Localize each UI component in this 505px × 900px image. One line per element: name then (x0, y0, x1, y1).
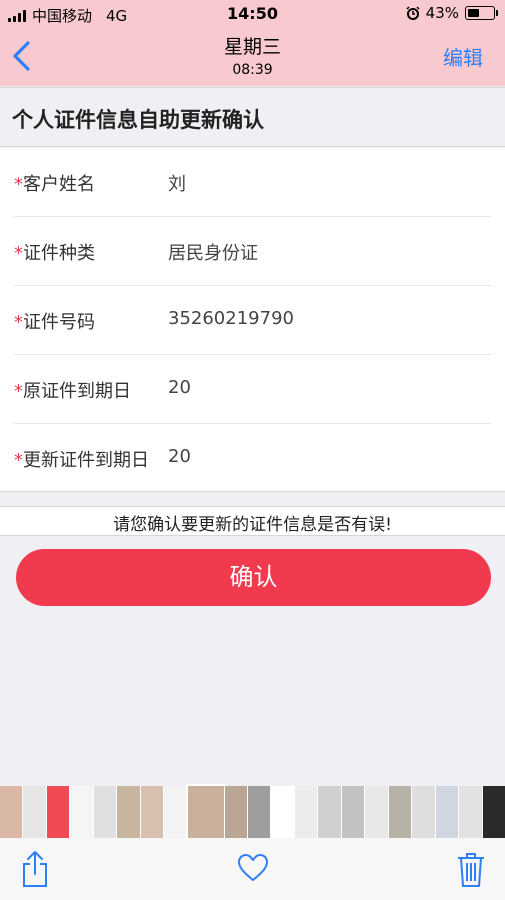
heart-icon[interactable] (237, 853, 269, 883)
photo-thumbnail[interactable] (23, 786, 46, 838)
battery-icon (465, 6, 498, 20)
photo-thumbnail[interactable] (341, 786, 365, 838)
status-bar: 中国移动 4G 14:50 43% (0, 0, 505, 28)
nav-subtitle: 08:39 (232, 62, 273, 78)
trash-icon[interactable] (456, 850, 486, 888)
photo-thumbnail[interactable] (0, 786, 23, 838)
photo-thumbnail[interactable] (164, 786, 187, 838)
page-title: 个人证件信息自助更新确认 (12, 108, 264, 132)
photo-thumbnail-strip[interactable] (0, 784, 505, 840)
photo-thumbnail[interactable] (70, 786, 93, 838)
required-mark: * (14, 450, 23, 471)
row-label: 原证件到期日 (23, 381, 131, 402)
photo-thumbnail[interactable] (482, 786, 505, 838)
photo-thumbnail[interactable] (117, 786, 140, 838)
photo-thumbnail[interactable] (435, 786, 459, 838)
form-row-id-number: *证件号码 35260219790 (14, 286, 491, 355)
confirm-button[interactable]: 确认 (16, 549, 491, 606)
row-label: 更新证件到期日 (23, 450, 149, 471)
section-gap (0, 492, 505, 506)
photo-thumbnail[interactable] (271, 786, 294, 838)
photo-thumbnail[interactable] (185, 784, 226, 840)
edit-button[interactable]: 编辑 (443, 42, 483, 71)
required-mark: * (14, 174, 23, 195)
photo-thumbnail[interactable] (248, 786, 271, 838)
required-mark: * (14, 243, 23, 264)
nav-bar: 星期三 08:39 编辑 (0, 28, 505, 86)
confirm-notice: 请您确认要更新的证件信息是否有误! (0, 506, 505, 536)
form-row-new-expiry: *更新证件到期日 20 (14, 424, 491, 493)
row-value: 刘 (168, 174, 186, 195)
photo-thumbnail[interactable] (294, 786, 318, 838)
photo-thumbnail[interactable] (365, 786, 388, 838)
row-label: 客户姓名 (23, 174, 95, 195)
row-value: 20 (168, 446, 191, 467)
photo-thumbnail[interactable] (459, 786, 482, 838)
battery-percent: 43% (425, 4, 459, 22)
row-label: 证件号码 (23, 312, 95, 333)
page-header: 个人证件信息自助更新确认 (0, 87, 505, 147)
photo-thumbnail[interactable] (140, 786, 164, 838)
row-value: 居民身份证 (168, 243, 258, 264)
photo-thumbnail[interactable] (388, 786, 412, 838)
photo-thumbnail[interactable] (46, 786, 70, 838)
bottom-toolbar (0, 838, 505, 900)
alarm-icon (406, 6, 420, 20)
required-mark: * (14, 381, 23, 402)
row-value: 35260219790 (168, 308, 294, 329)
photo-thumbnail[interactable] (93, 786, 117, 838)
form-row-old-expiry: *原证件到期日 20 (14, 355, 491, 424)
nav-title: 星期三 (223, 36, 281, 58)
row-value: 20 (168, 377, 191, 398)
form-row-id-type: *证件种类 居民身份证 (14, 217, 491, 286)
photo-thumbnail[interactable] (318, 786, 341, 838)
form-row-name: *客户姓名 刘 (14, 148, 491, 217)
row-label: 证件种类 (23, 243, 95, 264)
header-area: 中国移动 4G 14:50 43% 星期三 08:39 编辑 (0, 0, 505, 86)
photo-thumbnail[interactable] (412, 786, 435, 838)
share-icon[interactable] (20, 850, 50, 888)
photo-thumbnail[interactable] (224, 786, 247, 838)
required-mark: * (14, 312, 23, 333)
info-form: *客户姓名 刘 *证件种类 居民身份证 *证件号码 35260219790 *原… (0, 148, 505, 492)
